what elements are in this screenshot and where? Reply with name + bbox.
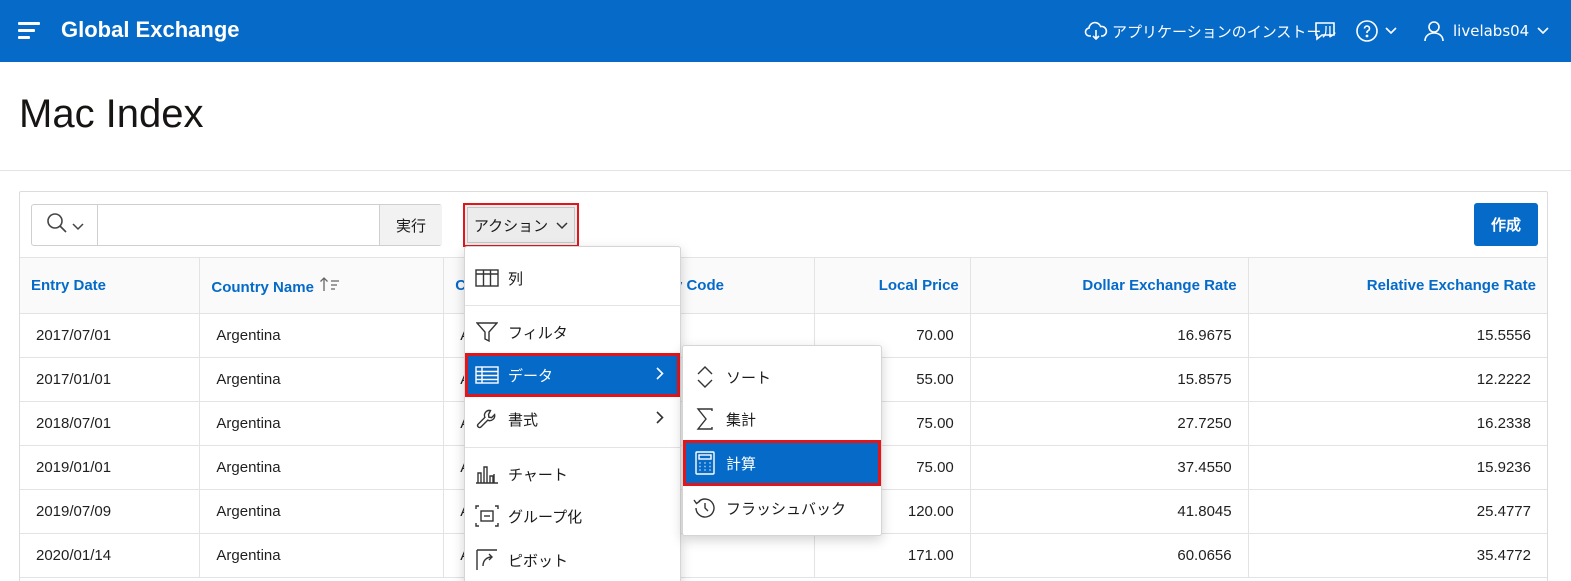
menu-item-columns[interactable]: 列 [465,257,680,299]
user-icon [1424,20,1444,42]
cell-dollar-exchange-rate: 41.8045 [970,489,1249,534]
column-header-entry-date[interactable]: Entry Date [20,257,201,314]
actions-menu: 列 フィルタ データ 書式 チャート グループ化 ピボット [464,246,681,581]
install-app-link[interactable]: アプリケーションのインストール [1084,0,1336,62]
cell-relative-exchange-rate: 25.4777 [1248,489,1547,534]
menu-icon[interactable] [18,22,40,40]
menu-item-label: 列 [508,269,524,288]
cell-dollar-exchange-rate: 15.8575 [970,357,1249,402]
cell-relative-exchange-rate: 15.5556 [1248,313,1547,358]
sort-icon [693,365,717,389]
cell-dollar-exchange-rate: 60.0656 [970,533,1249,578]
menu-item-group-by[interactable]: グループ化 [465,495,680,537]
wrench-icon [475,407,499,431]
column-header-local-price[interactable]: Local Price [814,257,971,314]
cell-entry-date: 2019/07/09 [20,489,201,534]
user-name: livelabs04 [1453,22,1530,40]
chevron-down-icon [71,216,84,235]
menu-item-filter[interactable]: フィルタ [465,311,680,353]
menu-item-label: グループ化 [508,507,583,526]
submenu-item-label: 計算 [726,454,757,473]
calculator-icon [693,451,717,475]
data-submenu: ソート 集計 計算 フラッシュバック [682,345,882,536]
cell-country-name: Argentina [199,445,445,490]
column-header-currency-code[interactable]: y Code [673,257,815,314]
menu-item-label: チャート [508,465,568,484]
report-toolbar: 実行 アクション 作成 [20,192,1547,258]
chevron-down-icon [1385,27,1397,35]
cell-entry-date: 2017/07/01 [20,313,201,358]
user-menu-button[interactable]: livelabs04 [1424,0,1549,62]
search-input[interactable] [98,205,379,245]
columns-icon [475,266,499,290]
menu-item-label: データ [508,366,554,385]
bar-chart-icon [475,462,499,486]
cell-country-name: Argentina [199,313,445,358]
chevron-right-icon [656,410,664,428]
cell-entry-date: 2019/01/01 [20,445,201,490]
pivot-icon [475,548,499,572]
search-box: 実行 [31,204,442,246]
cell-relative-exchange-rate: 15.9236 [1248,445,1547,490]
submenu-item-label: ソート [726,368,772,387]
help-menu-button[interactable] [1355,0,1397,62]
menu-item-label: フィルタ [508,323,568,342]
cell-relative-exchange-rate: 12.2222 [1248,357,1547,402]
table-header-row: Entry Date Country Name C y Code Local P… [20,257,1547,314]
actions-menu-button[interactable]: アクション [463,203,579,247]
column-header-dollar-exchange-rate[interactable]: Dollar Exchange Rate [970,257,1249,314]
cell-currency-code [673,533,815,578]
submenu-item-label: 集計 [726,410,757,429]
cell-country-name: Argentina [199,357,445,402]
submenu-item-aggregate[interactable]: 集計 [683,398,881,440]
page-title-region: Mac Index [0,62,1571,171]
chat-bubble-icon [1313,20,1337,42]
search-column-selector[interactable] [32,205,98,245]
cell-entry-date: 2020/01/14 [20,533,201,578]
chevron-right-icon [656,366,664,384]
app-header: Global Exchange アプリケーションのインストール livelabs… [0,0,1571,62]
help-icon [1355,19,1379,43]
go-button[interactable]: 実行 [379,205,442,245]
menu-item-format[interactable]: 書式 [465,397,680,441]
menu-item-chart[interactable]: チャート [465,453,680,495]
feedback-button[interactable] [1313,0,1337,62]
create-button[interactable]: 作成 [1474,203,1538,246]
history-icon [693,496,717,520]
cell-dollar-exchange-rate: 27.7250 [970,401,1249,446]
cell-relative-exchange-rate: 35.4772 [1248,533,1547,578]
column-header-relative-exchange-rate[interactable]: Relative Exchange Rate [1248,257,1547,314]
menu-item-pivot[interactable]: ピボット [465,539,680,581]
cloud-download-icon [1084,20,1108,42]
cell-country-name: Argentina [199,533,445,578]
menu-item-label: ピボット [508,551,569,570]
chevron-down-icon [1537,27,1549,35]
table-row: 2020/01/14 Argentina A 171.00 60.0656 35… [20,533,1547,578]
cell-entry-date: 2018/07/01 [20,401,201,446]
install-app-label: アプリケーションのインストール [1112,22,1337,41]
cell-country-name: Argentina [199,401,445,446]
cell-country-name: Argentina [199,489,445,534]
group-icon [475,504,499,528]
sigma-icon [693,407,717,431]
submenu-item-label: フラッシュバック [726,499,847,518]
submenu-item-sort[interactable]: ソート [683,356,881,398]
cell-relative-exchange-rate: 16.2338 [1248,401,1547,446]
cell-dollar-exchange-rate: 16.9675 [970,313,1249,358]
filter-icon [475,320,499,344]
submenu-item-flashback[interactable]: フラッシュバック [683,486,881,530]
search-icon [46,212,68,238]
menu-item-data[interactable]: データ [465,353,680,397]
cell-entry-date: 2017/01/01 [20,357,201,402]
page-title: Mac Index [19,92,204,136]
cell-dollar-exchange-rate: 37.4550 [970,445,1249,490]
app-title[interactable]: Global Exchange [61,17,240,43]
cell-local-price: 171.00 [814,533,971,578]
data-table-icon [475,363,499,387]
menu-item-label: 書式 [508,410,539,429]
column-header-country-name[interactable]: Country Name [199,257,445,314]
sort-ascending-icon [319,276,341,296]
submenu-item-compute[interactable]: 計算 [683,440,881,486]
